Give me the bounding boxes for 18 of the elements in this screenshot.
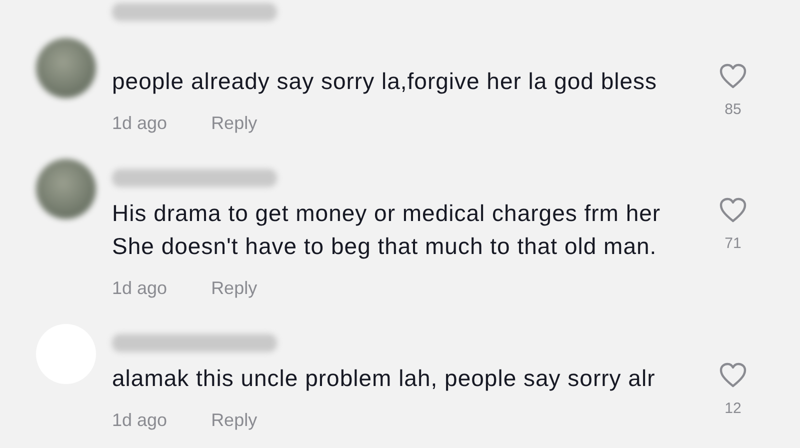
comment-text: His drama to get money or medical charges frm her: [112, 199, 662, 228]
avatar[interactable]: [36, 38, 96, 98]
like-count: 85: [724, 101, 742, 118]
comment-time: 1d ago: [112, 278, 168, 299]
reply-link[interactable]: Reply: [211, 410, 258, 431]
heart-icon[interactable]: [719, 197, 747, 223]
comment-text: alamak this uncle problem lah, people say sorry alr: [112, 364, 656, 393]
comment-text: She doesn't have to beg that much to that old man.: [112, 232, 658, 261]
like-count: 12: [724, 400, 742, 417]
heart-icon[interactable]: [719, 63, 747, 89]
reply-link[interactable]: Reply: [211, 278, 258, 299]
comment-time: 1d ago: [112, 113, 168, 134]
like-count: 71: [724, 235, 742, 252]
avatar[interactable]: [36, 159, 96, 219]
heart-icon[interactable]: [719, 362, 747, 388]
comment-text: people already say sorry la,forgive her la god bless: [112, 67, 658, 96]
comment-time: 1d ago: [112, 410, 168, 431]
reply-link[interactable]: Reply: [211, 113, 258, 134]
